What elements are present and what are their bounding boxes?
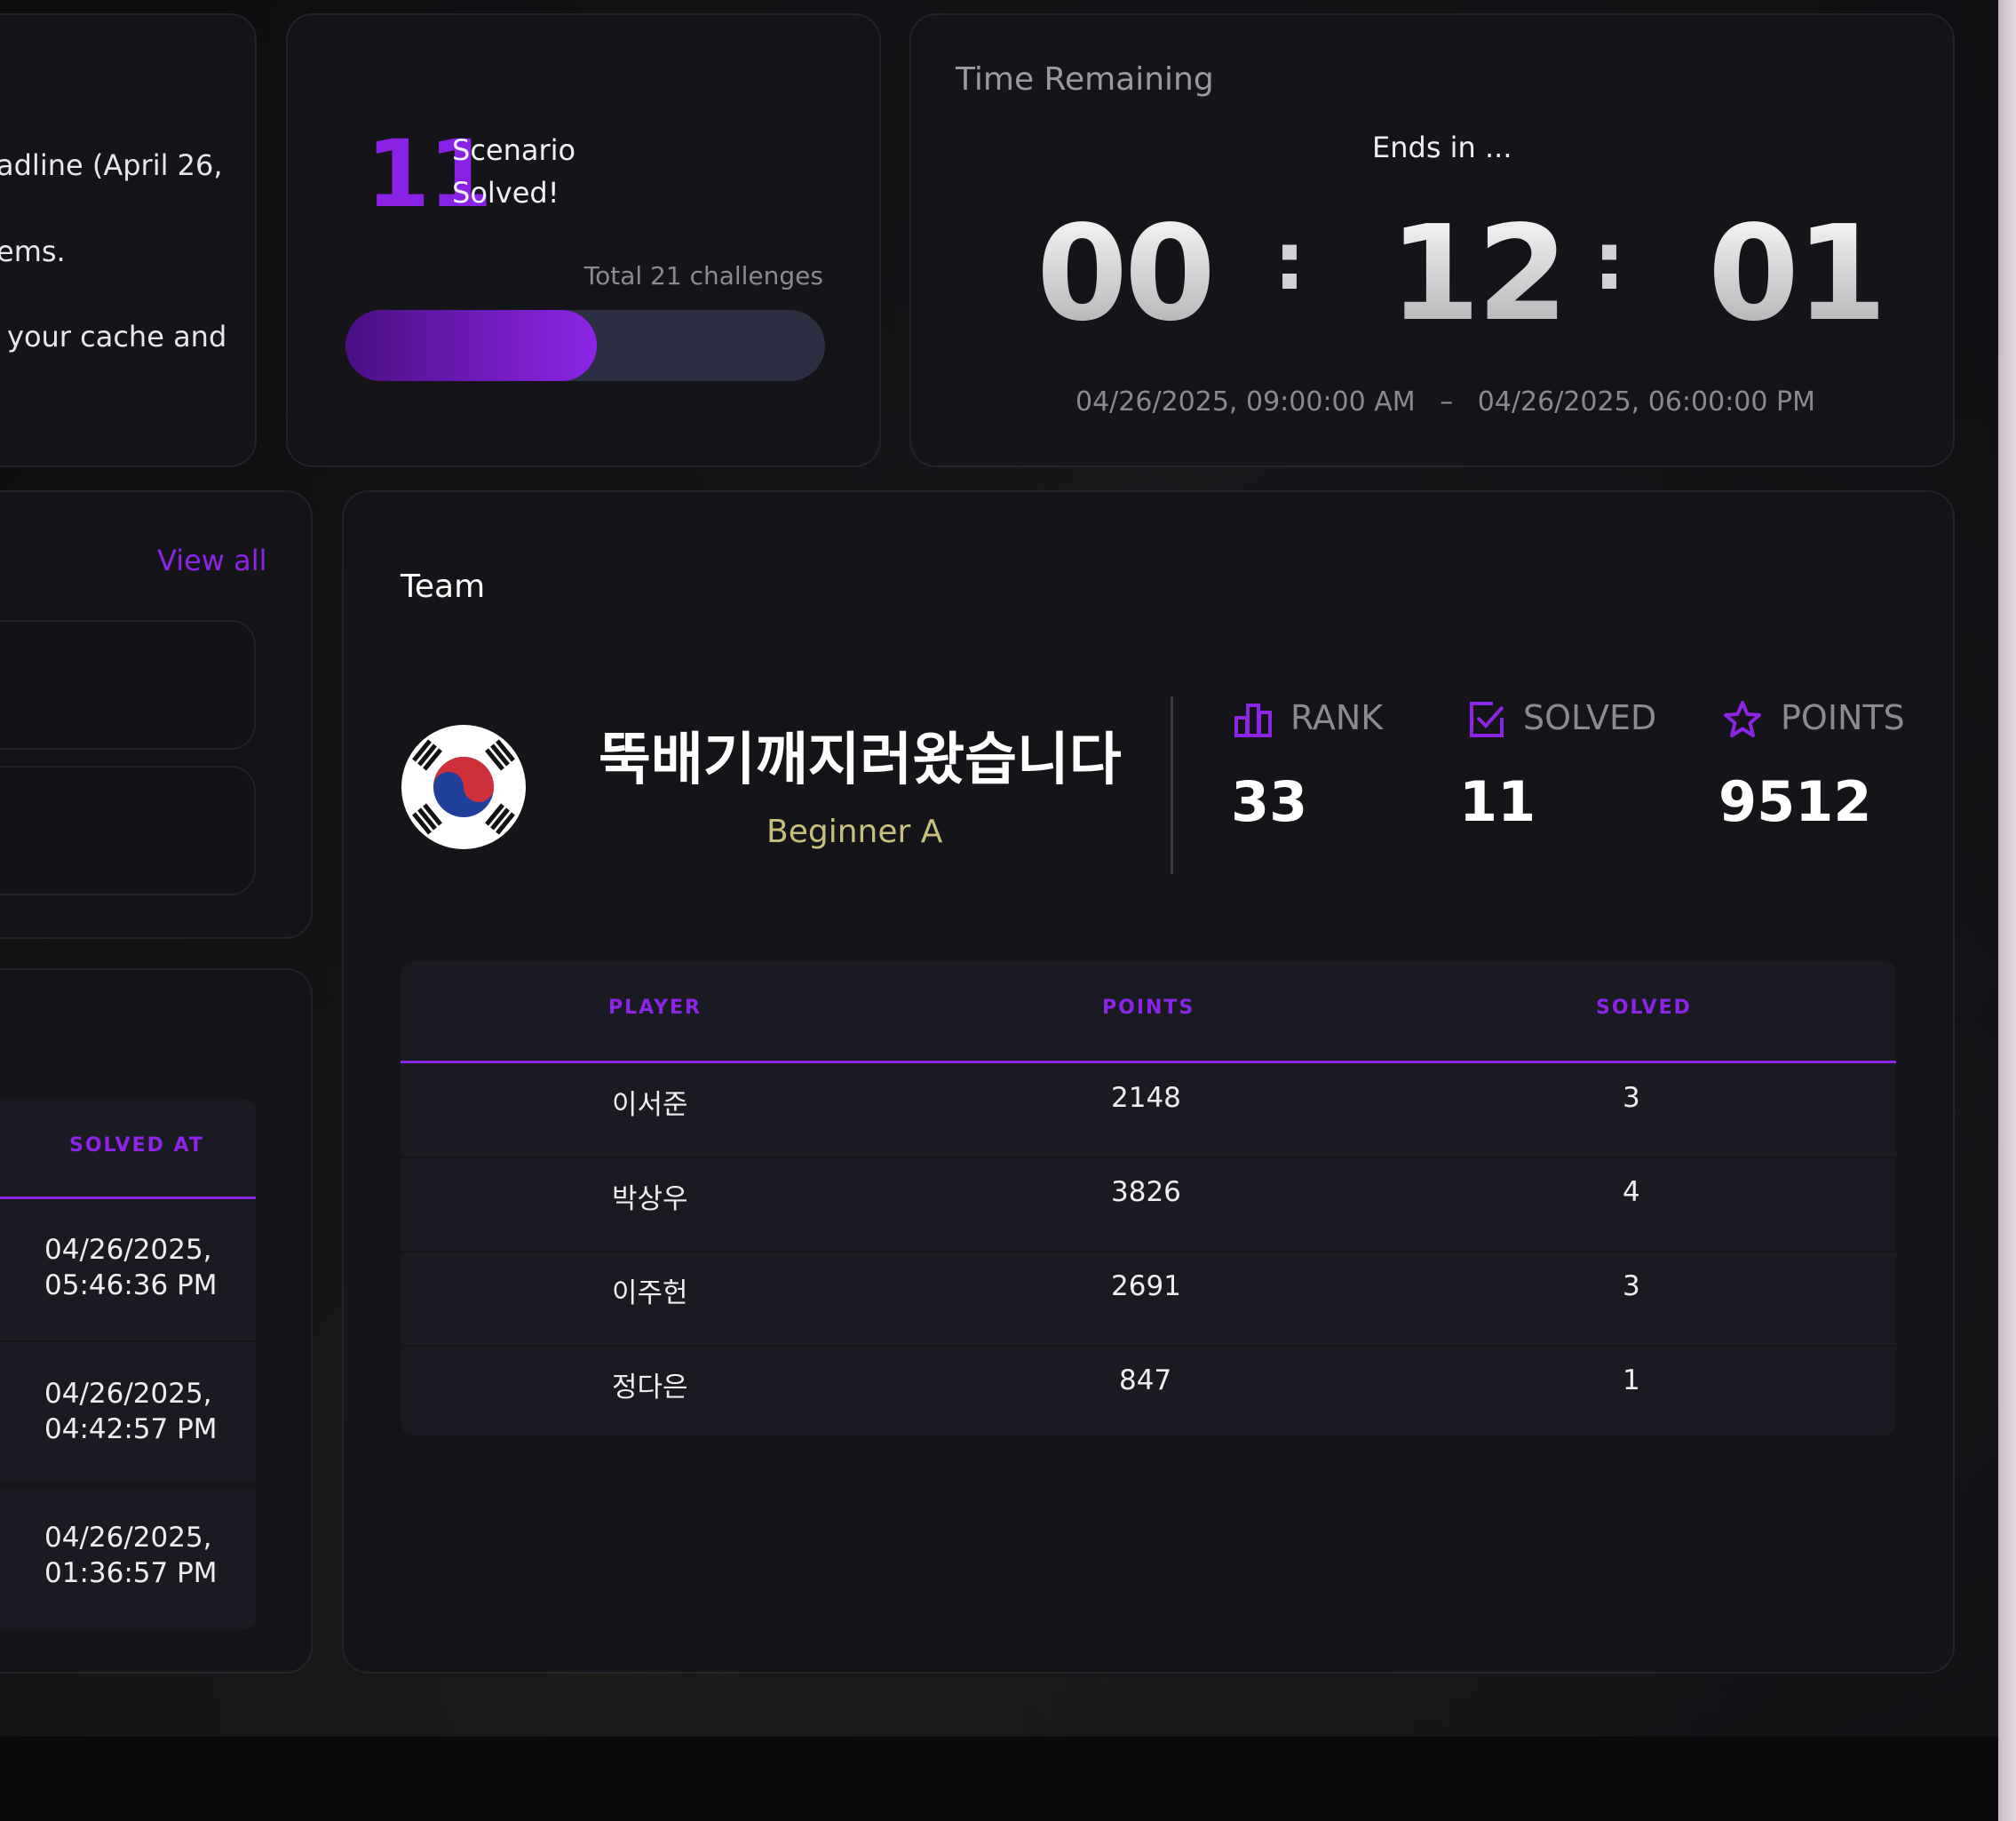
solved-at-header: SOLVED AT [69,1134,204,1157]
solved-at-cell: 04/26/2025, 04:42:57 PM [44,1378,218,1445]
team-division: Beginner A [766,814,943,850]
south-korea-flag-icon [401,725,526,849]
progress-bar-fill [345,310,597,381]
rank-value: 33 [1231,769,1308,834]
player-solved: 1 [1623,1364,1640,1396]
time-remaining-card: Time Remaining Ends in ... 00 : 12 : 01 … [909,13,1955,467]
player-points: 3826 [1111,1176,1181,1208]
event-start: 04/26/2025, 09:00:00 AM [1075,386,1416,417]
notice-card: adline (April 26, ems. your cache and [0,13,257,467]
player-points: 847 [1119,1364,1172,1396]
player-points: 2691 [1111,1270,1181,1302]
solved-label: SOLVED [1523,698,1657,737]
solved-at-cell: 04/26/2025, 05:46:36 PM [44,1234,218,1301]
timer-seconds: 01 [1708,197,1887,350]
ends-in-label: Ends in ... [1372,131,1512,164]
recent-solves-card: SOLVED AT 04/26/2025, 05:46:36 PM 04/26/2… [0,968,313,1674]
header-underline [401,1061,1896,1063]
star-icon [1724,701,1761,737]
solved-value: 11 [1459,769,1536,834]
timer-separator: : [1274,215,1306,308]
team-card: Team 뚝배기깨지러왔습니다 Beginner A RANK 33 SOLVE… [342,490,1955,1674]
window-edge [1998,0,2016,1821]
player-name: 이서준 [612,1089,688,1121]
solves-table: SOLVED AT 04/26/2025, 05:46:36 PM 04/26/2… [0,1099,256,1630]
progress-bar [345,310,825,381]
notification-item[interactable]: s [0,620,256,750]
notifications-card: View all s [0,490,313,939]
player-solved: 4 [1623,1176,1640,1208]
event-time-range: 04/26/2025, 09:00:00 AM – 04/26/2025, 06… [1075,386,1815,417]
player-points: 2148 [1111,1082,1181,1114]
notice-line: your cache and [7,320,227,354]
solved-column-header: SOLVED [1596,997,1692,1019]
solved-label: Scenario Solved! [452,133,576,210]
notification-item[interactable] [0,766,256,895]
solved-at-cell: 04/26/2025, 01:36:57 PM [44,1522,218,1589]
player-solved: 3 [1623,1270,1640,1302]
row-divider [0,1340,256,1342]
team-name: 뚝배기깨지러왔습니다 [599,728,1122,793]
player-solved: 3 [1623,1082,1640,1114]
row-divider [401,1345,1896,1347]
player-name: 이주헌 [612,1277,688,1309]
player-name: 정다은 [612,1372,688,1404]
notice-line: adline (April 26, [0,148,223,182]
points-column-header: POINTS [1102,997,1195,1019]
player-column-header: PLAYER [608,997,702,1019]
timer-separator: : [1593,215,1625,308]
row-divider [401,1157,1896,1158]
timer-hours: 00 [1036,197,1216,350]
header-underline [0,1197,256,1199]
podium-icon [1234,704,1272,737]
notice-line: ems. [0,235,66,268]
points-label: POINTS [1781,698,1905,737]
row-divider [0,1484,256,1486]
team-stats-divider [1171,696,1173,874]
timer-minutes: 12 [1389,197,1568,350]
player-name: 박상우 [612,1183,688,1215]
points-value: 9512 [1718,769,1872,834]
timer-title: Time Remaining [956,61,1214,98]
scenario-progress-card: 11 Scenario Solved! Total 21 challenges [286,13,881,467]
players-table: PLAYER POINTS SOLVED 이서준 2148 3 박상우 3826… [401,961,1896,1435]
range-dash: – [1440,386,1454,417]
checkbox-icon [1470,702,1504,737]
event-end: 04/26/2025, 06:00:00 PM [1477,386,1815,417]
team-section-title: Team [401,569,486,605]
total-challenges: Total 21 challenges [583,261,823,290]
row-divider [401,1251,1896,1252]
view-all-link[interactable]: View all [157,544,267,577]
rank-label: RANK [1290,698,1384,737]
page-footer-area [0,1737,1998,1821]
